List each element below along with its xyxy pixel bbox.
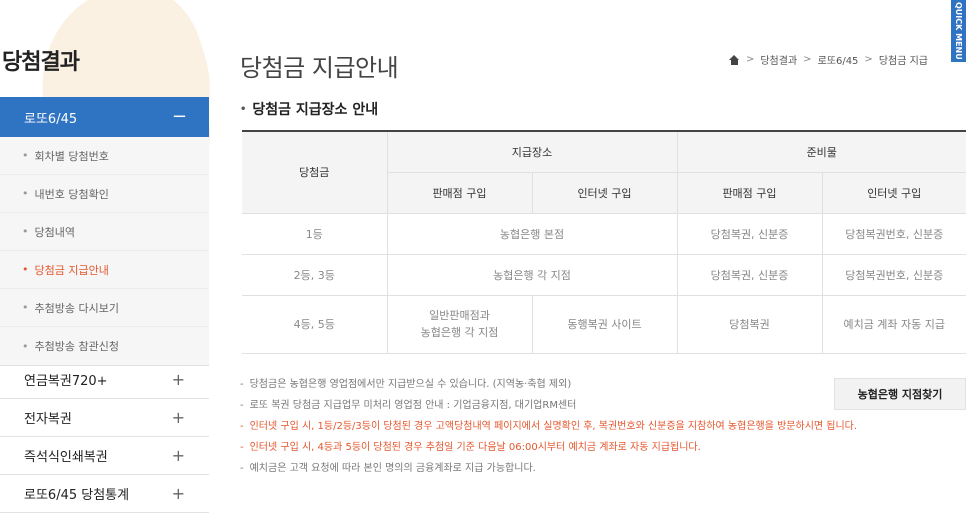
page-title: 당첨금 지급안내 <box>240 54 399 82</box>
cell-prize: 2등, 3등 <box>242 253 388 296</box>
cell-line: 일반판매점과 <box>429 309 490 322</box>
notes-list: - 당첨금은 농협은행 영업점에서만 지급받으실 수 있습니다. (지역농·축협 … <box>240 374 880 479</box>
sidebar-item-pension720[interactable]: 연금복권720+ + <box>0 361 209 399</box>
bullet-icon: • <box>22 225 29 238</box>
main-content: 당첨금 지급안내 > 당첨결과 > 로또6/45 > 당첨금 지급 QUICK … <box>240 0 966 520</box>
collapse-icon[interactable]: − <box>172 108 187 126</box>
sidebar-item-label: 전자복권 <box>24 412 72 427</box>
submenu-item-label: 회차별 당첨번호 <box>34 149 109 163</box>
sidebar-item-instant-print[interactable]: 즉석식인쇄복권 + <box>0 437 209 475</box>
cell-place-store: 일반판매점과 농협은행 각 지점 <box>386 294 533 354</box>
note-item: - 로또 복권 당첨금 지급업무 미처리 영업점 안내 : 기업금융지점, 대기업… <box>240 400 577 411</box>
sidebar: 당첨결과 로또6/45 − • 회차별 당첨번호 • 내번호 당첨확인 • 당첨… <box>0 0 209 520</box>
column-header-prep: 준비물 <box>676 130 966 173</box>
sidebar-item-lotto645[interactable]: 로또6/45 − <box>0 97 209 137</box>
bullet-icon: • <box>22 301 29 314</box>
submenu-item-label: 추첨방송 다시보기 <box>34 301 119 315</box>
cell-store-prep: 당첨복권, 신분증 <box>676 253 823 296</box>
table-row: 4등, 5등 일반판매점과 농협은행 각 지점 동행복권 사이트 당첨복권 예치… <box>242 294 966 354</box>
breadcrumb-item[interactable]: 당첨결과 <box>760 52 797 67</box>
submenu-item-win-history[interactable]: • 당첨내역 <box>0 213 209 251</box>
cell-prize: 1등 <box>242 212 388 255</box>
cell-internet-prep: 당첨복권번호, 신분증 <box>821 253 966 296</box>
quick-menu-label: QUICK MENU <box>954 2 963 60</box>
bullet-icon: • <box>22 187 29 200</box>
submenu-item-label: 당첨금 지급안내 <box>34 263 109 277</box>
section-title-text: 당첨금 지급장소 안내 <box>252 102 379 118</box>
column-header-internet: 인터넷 구입 <box>531 171 678 214</box>
note-text: 인터넷 구입 시, 4등과 5등이 당첨된 경우 추첨일 기준 다음날 06:0… <box>249 442 701 453</box>
column-header-place: 지급장소 <box>386 130 678 173</box>
note-item-highlight: - 인터넷 구입 시, 4등과 5등이 당첨된 경우 추첨일 기준 다음날 06:… <box>240 442 701 453</box>
expand-icon[interactable]: + <box>172 484 185 503</box>
submenu-item-check-my-number[interactable]: • 내번호 당첨확인 <box>0 175 209 213</box>
quick-menu-button[interactable]: QUICK MENU <box>951 0 966 62</box>
note-text: 인터넷 구입 시, 1등/2등/3등이 당첨된 경우 고액당첨내역 페이지에서 … <box>249 421 858 432</box>
note-item: - 예치금은 고객 요청에 따라 본인 명의의 금융계좌로 지급 가능합니다. <box>240 463 536 474</box>
cell-prize: 4등, 5등 <box>242 294 388 354</box>
note-text: 예치금은 고객 요청에 따라 본인 명의의 금융계좌로 지급 가능합니다. <box>249 463 536 474</box>
submenu-item-label: 내번호 당첨확인 <box>34 187 109 201</box>
sidebar-item-label: 즉석식인쇄복권 <box>24 450 108 465</box>
cell-place-internet: 동행복권 사이트 <box>531 294 678 354</box>
expand-icon[interactable]: + <box>172 370 185 389</box>
note-text: 당첨금은 농협은행 영업점에서만 지급받으실 수 있습니다. (지역농·축협 제… <box>249 379 572 390</box>
breadcrumb: > 당첨결과 > 로또6/45 > 당첨금 지급 <box>728 52 928 67</box>
sidebar-item-e-lottery[interactable]: 전자복권 + <box>0 399 209 437</box>
bullet-icon: • <box>240 103 247 115</box>
table-row: 1등 농협은행 본점 당첨복권, 신분증 당첨복권번호, 신분증 <box>242 212 966 255</box>
cell-store-prep: 당첨복권, 신분증 <box>676 212 823 255</box>
column-header-internet-prep: 인터넷 구입 <box>821 171 966 214</box>
submenu-item-label: 당첨내역 <box>34 225 75 239</box>
bullet-icon: • <box>22 339 29 353</box>
prize-payment-table: 당첨금 지급장소 준비물 판매점 구입 인터넷 구입 판매점 구입 인터넷 구입… <box>242 130 966 354</box>
table-row: 2등, 3등 농협은행 각 지점 당첨복권, 신분증 당첨복권번호, 신분증 <box>242 253 966 296</box>
submenu-item-draw-attendance[interactable]: • 추첨방송 참관신청 <box>0 327 209 365</box>
bullet-icon: • <box>22 149 29 162</box>
sidebar-title: 당첨결과 <box>2 50 80 75</box>
note-item: - 당첨금은 농협은행 영업점에서만 지급받으실 수 있습니다. (지역농·축협 … <box>240 379 572 390</box>
table-header-row: 당첨금 지급장소 준비물 <box>242 130 966 214</box>
sidebar-item-label: 로또6/45 <box>24 111 78 127</box>
sidebar-item-label: 로또6/45 당첨통계 <box>24 488 130 503</box>
bullet-icon: • <box>22 263 29 276</box>
submenu-item-prize-payment[interactable]: • 당첨금 지급안내 <box>0 251 209 289</box>
column-header-store-prep: 판매점 구입 <box>676 171 823 214</box>
expand-icon[interactable]: + <box>172 446 185 465</box>
home-icon[interactable] <box>728 54 740 65</box>
cell-internet-prep: 예치금 계좌 자동 지급 <box>821 294 966 354</box>
sidebar-menu: 연금복권720+ + 전자복권 + 즉석식인쇄복권 + 로또6/45 당첨통계 … <box>0 361 209 513</box>
column-header-prize: 당첨금 <box>242 130 388 214</box>
note-text: 로또 복권 당첨금 지급업무 미처리 영업점 안내 : 기업금융지점, 대기업R… <box>249 400 577 411</box>
cell-internet-prep: 당첨복권번호, 신분증 <box>821 212 966 255</box>
chevron-right-icon: > <box>864 54 873 65</box>
cell-place: 농협은행 각 지점 <box>386 253 678 296</box>
chevron-right-icon: > <box>803 54 812 65</box>
sidebar-item-lotto-stats[interactable]: 로또6/45 당첨통계 + <box>0 475 209 513</box>
sidebar-item-label: 연금복권720+ <box>24 374 108 389</box>
column-header-store: 판매점 구입 <box>387 171 533 214</box>
chevron-right-icon: > <box>745 54 755 65</box>
expand-icon[interactable]: + <box>172 408 185 427</box>
breadcrumb-item[interactable]: 당첨금 지급 <box>879 52 928 67</box>
submenu-item-draw-replay[interactable]: • 추첨방송 다시보기 <box>0 289 209 327</box>
cell-place: 농협은행 본점 <box>386 212 678 255</box>
sidebar-submenu: • 회차별 당첨번호 • 내번호 당첨확인 • 당첨내역 • 당첨금 지급안내 … <box>0 137 209 366</box>
find-branch-button[interactable]: 농협은행 지점찾기 <box>834 378 966 410</box>
submenu-item-round-numbers[interactable]: • 회차별 당첨번호 <box>0 137 209 175</box>
submenu-item-label: 추첨방송 참관신청 <box>34 340 119 353</box>
breadcrumb-item[interactable]: 로또6/45 <box>818 52 859 67</box>
cell-store-prep: 당첨복권 <box>676 294 823 354</box>
cell-line: 농협은행 각 지점 <box>420 326 499 339</box>
note-item-highlight: - 인터넷 구입 시, 1등/2등/3등이 당첨된 경우 고액당첨내역 페이지에서… <box>240 421 858 432</box>
section-title: • 당첨금 지급장소 안내 <box>240 99 378 119</box>
